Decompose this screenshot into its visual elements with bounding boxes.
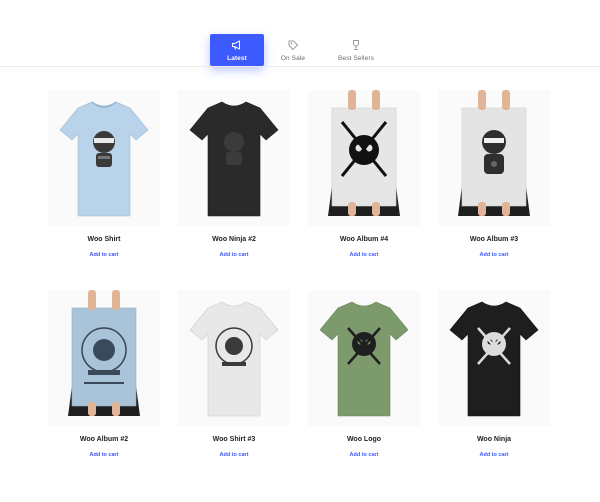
product-title[interactable]: Woo Album #4 [304,236,424,243]
product-title[interactable]: Woo Album #3 [434,236,554,243]
tab-label: On Sale [280,55,306,62]
product-title[interactable]: Woo Logo [304,436,424,443]
tab-label: Latest [227,55,247,62]
trophy-icon [330,39,382,53]
product-card: Woo Album #2 Add to cart [44,290,164,461]
product-image[interactable] [438,290,550,426]
product-title[interactable]: Woo Shirt [44,236,164,243]
product-image[interactable] [308,90,420,226]
product-title[interactable]: Woo Ninja [434,436,554,443]
add-to-cart-link[interactable]: Add to cart [479,452,508,458]
add-to-cart-link[interactable]: Add to cart [219,252,248,258]
product-title[interactable]: Woo Album #2 [44,436,164,443]
tabs-divider [0,66,600,67]
product-image[interactable] [178,290,290,426]
product-card: Woo Album #3 Add to cart [434,90,554,261]
product-image[interactable] [438,90,550,226]
add-to-cart-link[interactable]: Add to cart [89,452,118,458]
tab-latest[interactable]: Latest [210,34,264,66]
product-image[interactable] [178,90,290,226]
add-to-cart-link[interactable]: Add to cart [219,452,248,458]
megaphone-icon [210,39,264,53]
add-to-cart-link[interactable]: Add to cart [349,452,378,458]
tab-on-sale[interactable]: On Sale [268,34,318,66]
product-title[interactable]: Woo Ninja #2 [174,236,294,243]
add-to-cart-link[interactable]: Add to cart [349,252,378,258]
product-card: Woo Logo Add to cart [304,290,424,461]
tag-icon [268,39,318,53]
product-image[interactable] [48,90,160,226]
product-card: Woo Ninja Add to cart [434,290,554,461]
tab-best-sellers[interactable]: Best Sellers [330,34,382,66]
product-image[interactable] [308,290,420,426]
add-to-cart-link[interactable]: Add to cart [89,252,118,258]
product-card: Woo Album #4 Add to cart [304,90,424,261]
product-card: Woo Ninja #2 Add to cart [174,90,294,261]
product-card: Woo Shirt #3 Add to cart [174,290,294,461]
product-card: Woo Shirt Add to cart [44,90,164,261]
tab-label: Best Sellers [338,55,374,62]
product-title[interactable]: Woo Shirt #3 [174,436,294,443]
add-to-cart-link[interactable]: Add to cart [479,252,508,258]
product-tabs: Latest On Sale Best Sellers [0,34,600,66]
product-image[interactable] [48,290,160,426]
